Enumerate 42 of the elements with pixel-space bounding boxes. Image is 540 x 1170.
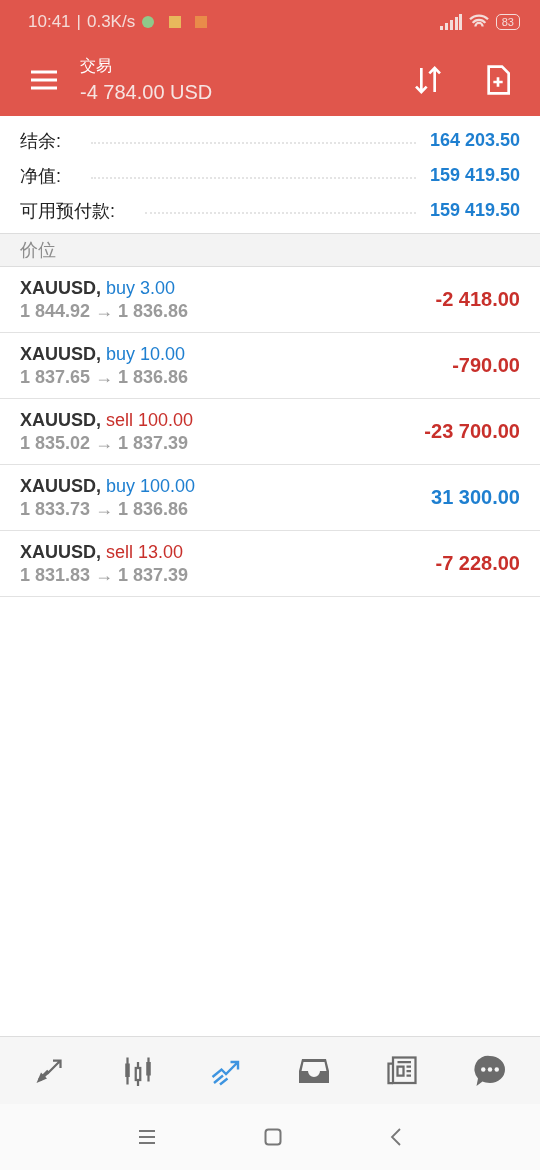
symbol: XAUUSD, xyxy=(20,343,101,365)
symbol: XAUUSD, xyxy=(20,409,101,431)
summary-value: 159 419.50 xyxy=(429,200,520,221)
battery-indicator: 83 xyxy=(495,14,520,30)
position-row[interactable]: XAUUSD, buy 10.00 1 837.65 → 1 836.86 -790.00 xyxy=(0,333,540,399)
notification-icon xyxy=(169,16,182,28)
position-row[interactable]: XAUUSD, sell 100.00 1 835.02 → 1 837.39 -23 700.00 xyxy=(0,399,540,465)
symbol: XAUUSD, xyxy=(20,475,101,497)
profit-value: -23 700.00 xyxy=(424,420,520,443)
account-balance: -4 784.00 USD xyxy=(80,81,214,104)
summary-label: 结余: xyxy=(20,129,61,153)
order-label: buy 100.00 xyxy=(106,475,196,497)
symbol: XAUUSD, xyxy=(20,541,101,563)
profit-value: -7 228.00 xyxy=(435,552,520,575)
profit-value: -790.00 xyxy=(452,354,520,377)
screen-title: 交易 xyxy=(80,56,113,76)
profit-value: -2 418.00 xyxy=(435,288,520,311)
network-speed: 0.3K/s xyxy=(86,12,136,32)
price-range: 1 833.73 → 1 836.86 xyxy=(20,498,190,520)
summary-label: 净值: xyxy=(20,164,61,188)
order-label: sell 13.00 xyxy=(106,541,184,563)
section-title: 价位 xyxy=(20,239,56,262)
summary-label: 可用预付款: xyxy=(20,199,115,223)
notification-icon xyxy=(141,15,156,29)
separator: | xyxy=(76,12,81,32)
order-label: buy 10.00 xyxy=(106,343,186,365)
price-range: 1 844.92 → 1 836.86 xyxy=(20,300,190,322)
symbol: XAUUSD, xyxy=(20,277,101,299)
summary-value: 164 203.50 xyxy=(429,130,520,151)
position-row[interactable]: XAUUSD, buy 3.00 1 844.92 → 1 836.86 -2 418.00 xyxy=(0,267,540,333)
price-range: 1 835.02 → 1 837.39 xyxy=(20,432,190,454)
profit-value: 31 300.00 xyxy=(431,486,520,509)
summary-value: 159 419.50 xyxy=(429,165,520,186)
notification-icon xyxy=(195,16,208,28)
price-range: 1 831.83 → 1 837.39 xyxy=(20,564,190,586)
clock-time: 10:41 xyxy=(28,12,71,32)
position-row[interactable]: XAUUSD, buy 100.00 1 833.73 → 1 836.86 31 300.00 xyxy=(0,465,540,531)
order-label: buy 3.00 xyxy=(106,277,176,299)
order-label: sell 100.00 xyxy=(106,409,194,431)
signal-icon xyxy=(439,14,462,30)
position-row[interactable]: XAUUSD, sell 13.00 1 831.83 → 1 837.39 -7 228.00 xyxy=(0,531,540,597)
price-range: 1 837.65 → 1 836.86 xyxy=(20,366,190,388)
